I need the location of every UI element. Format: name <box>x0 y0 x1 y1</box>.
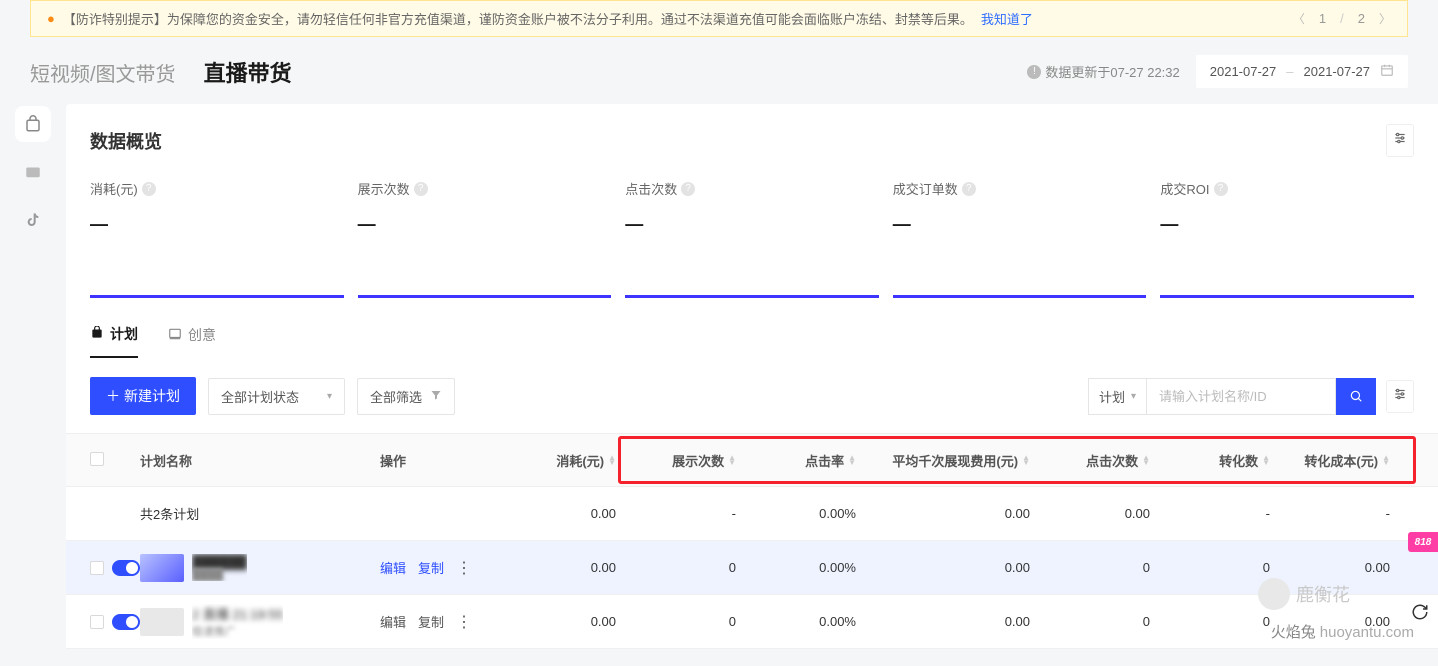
tab-video-image[interactable]: 短视频/图文带货 <box>30 58 176 87</box>
content-panel: 数据概览 消耗(元)? — 展示次数? — 点击次数? — 成交订单数? — <box>66 104 1438 649</box>
search-group: 计划 ▾ <box>1088 378 1376 415</box>
table-row: 2 直播 21:19:55极速推广 编辑 复制 ⋮ 0.00 0 0.00% 0… <box>66 595 1438 649</box>
col-ops: 操作 <box>380 451 496 470</box>
chevron-down-icon: ▾ <box>1131 391 1136 402</box>
watermark-brand: 火焰兔huoyantu.com <box>1271 621 1414 642</box>
tab-creative[interactable]: 创意 <box>168 324 216 358</box>
filter-button[interactable]: 全部筛选 <box>357 378 455 415</box>
sort-icon: ▲▼ <box>1142 455 1150 465</box>
avatar-icon <box>1258 578 1290 610</box>
side-rail <box>0 104 66 649</box>
refresh-icon[interactable] <box>1408 600 1432 624</box>
help-icon: ? <box>962 182 976 196</box>
rail-douyin-icon[interactable] <box>15 202 51 238</box>
search-button[interactable] <box>1336 378 1376 415</box>
plan-thumbnail <box>140 554 184 582</box>
help-icon: ? <box>142 182 156 196</box>
edit-link[interactable]: 编辑 <box>380 558 406 577</box>
col-conv-cost[interactable]: 转化成本(元)▲▼ <box>1270 451 1390 470</box>
search-icon <box>1349 389 1363 403</box>
col-cpm[interactable]: 平均千次展现费用(元)▲▼ <box>856 451 1030 470</box>
sort-icon: ▲▼ <box>1022 455 1030 465</box>
card-clicks[interactable]: 点击次数? — <box>625 179 879 298</box>
card-orders[interactable]: 成交订单数? — <box>893 179 1147 298</box>
sort-icon: ▲▼ <box>1262 455 1270 465</box>
pager-total: 2 <box>1358 11 1365 26</box>
date-range-picker[interactable]: 2021-07-27 – 2021-07-27 <box>1196 55 1408 88</box>
edit-link[interactable]: 编辑 <box>380 612 406 631</box>
search-input[interactable] <box>1146 378 1336 415</box>
alert-dismiss-link[interactable]: 我知道了 <box>981 9 1033 28</box>
creative-icon <box>168 327 182 344</box>
card-roi[interactable]: 成交ROI? — <box>1160 179 1414 298</box>
page-header: 短视频/图文带货 直播带货 ! 数据更新于07-27 22:32 2021-07… <box>30 55 1408 88</box>
col-ctr[interactable]: 点击率▲▼ <box>736 451 856 470</box>
toolbar: ＋新建计划 全部计划状态 ▾ 全部筛选 计划 ▾ <box>66 359 1438 433</box>
more-icon[interactable]: ⋮ <box>456 612 472 632</box>
rail-shopping-icon[interactable] <box>15 106 51 142</box>
plus-icon: ＋ <box>106 386 120 406</box>
chevron-down-icon: ▾ <box>327 391 332 402</box>
promo-badge-818[interactable]: 818 <box>1408 532 1438 552</box>
plan-status-select[interactable]: 全部计划状态 ▾ <box>208 378 345 415</box>
sort-icon: ▲▼ <box>848 455 856 465</box>
more-icon[interactable]: ⋮ <box>456 558 472 578</box>
alert-bar: ● 【防诈特别提示】为保障您的资金安全，请勿轻信任何非官方充值渠道，谨防资金账户… <box>30 0 1408 37</box>
tab-live[interactable]: 直播带货 <box>204 56 292 88</box>
calendar-icon <box>1380 63 1394 80</box>
overview-cards: 消耗(元)? — 展示次数? — 点击次数? — 成交订单数? — 成交ROI?… <box>66 165 1438 306</box>
search-type-select[interactable]: 计划 ▾ <box>1088 378 1146 415</box>
date-to: 2021-07-27 <box>1304 64 1371 79</box>
col-name: 计划名称 <box>140 451 380 470</box>
col-clicks[interactable]: 点击次数▲▼ <box>1030 451 1150 470</box>
help-icon: ? <box>1214 182 1228 196</box>
col-conversions[interactable]: 转化数▲▼ <box>1150 451 1270 470</box>
col-impressions[interactable]: 展示次数▲▼ <box>616 451 736 470</box>
plan-name: 2 直播 21:19:55 <box>192 604 283 623</box>
card-consumption[interactable]: 消耗(元)? — <box>90 179 344 298</box>
row-checkbox[interactable] <box>90 615 104 629</box>
update-timestamp: ! 数据更新于07-27 22:32 <box>1027 62 1179 81</box>
help-icon: ? <box>681 182 695 196</box>
plan-icon <box>90 326 104 343</box>
sort-icon: ▲▼ <box>1382 455 1390 465</box>
alert-text: 【防诈特别提示】为保障您的资金安全，请勿轻信任何非官方充值渠道，谨防资金账户被不… <box>63 9 973 28</box>
pager-next-icon[interactable]: 〉 <box>1379 10 1391 27</box>
warning-icon: ● <box>47 11 55 26</box>
sort-icon: ▲▼ <box>608 455 616 465</box>
copy-link[interactable]: 复制 <box>418 612 444 631</box>
pager-prev-icon[interactable]: 〈 <box>1293 10 1305 27</box>
info-icon: ! <box>1027 65 1041 79</box>
card-impressions[interactable]: 展示次数? — <box>358 179 612 298</box>
row-toggle[interactable] <box>112 614 140 630</box>
sort-icon: ▲▼ <box>728 455 736 465</box>
rail-folder-icon[interactable] <box>15 154 51 190</box>
table-row: ██████████ 编辑 复制 ⋮ 0.00 0 0.00% 0.00 0 0… <box>66 541 1438 595</box>
tab-plan[interactable]: 计划 <box>90 324 138 358</box>
pager-current: 1 <box>1319 11 1326 26</box>
copy-link[interactable]: 复制 <box>418 558 444 577</box>
section-tabs: 计划 创意 <box>66 306 1438 359</box>
help-icon: ? <box>414 182 428 196</box>
table: 计划名称 操作 消耗(元)▲▼ 展示次数▲▼ 点击率▲▼ 平均千次展现费用(元)… <box>66 433 1438 649</box>
row-toggle[interactable] <box>112 560 140 576</box>
column-settings-icon[interactable] <box>1386 380 1414 413</box>
settings-icon[interactable] <box>1386 124 1414 157</box>
filter-icon <box>430 389 442 404</box>
row-checkbox[interactable] <box>90 561 104 575</box>
new-plan-button[interactable]: ＋新建计划 <box>90 377 196 415</box>
watermark-author: 鹿衡花 <box>1258 578 1350 610</box>
plan-name: ██████ <box>192 554 247 569</box>
plan-thumbnail <box>140 608 184 636</box>
table-header-row: 计划名称 操作 消耗(元)▲▼ 展示次数▲▼ 点击率▲▼ 平均千次展现费用(元)… <box>66 433 1438 487</box>
col-consumption[interactable]: 消耗(元)▲▼ <box>496 451 616 470</box>
select-all-checkbox[interactable] <box>90 452 104 466</box>
alert-pager: 〈 1 / 2 〉 <box>1293 10 1391 27</box>
date-from: 2021-07-27 <box>1210 64 1277 79</box>
overview-title: 数据概览 <box>90 128 162 154</box>
summary-row: 共2条计划 0.00 - 0.00% 0.00 0.00 - - <box>66 487 1438 541</box>
